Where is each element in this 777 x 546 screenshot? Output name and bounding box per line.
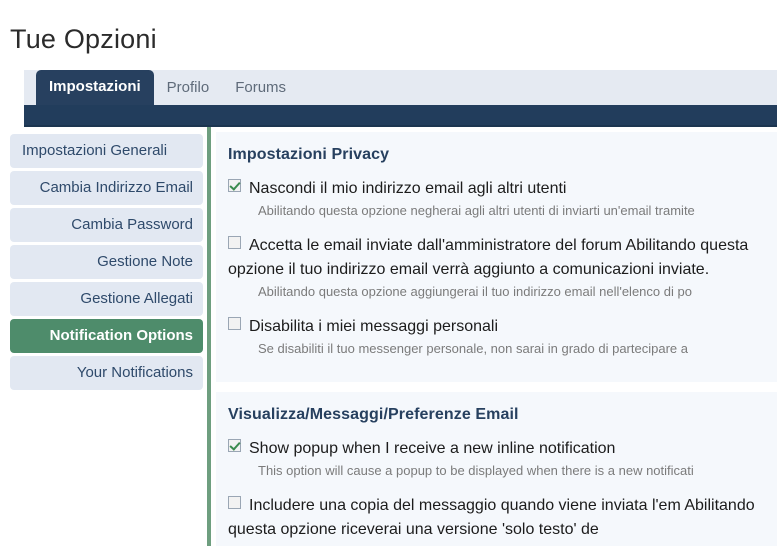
checkbox-checked-icon[interactable]: [228, 179, 241, 192]
tab-bar: Impostazioni Profilo Forums: [24, 70, 777, 105]
option-label-text: Accetta le email inviate dall'amministra…: [228, 237, 749, 278]
option-label[interactable]: Nascondi il mio indirizzo email agli alt…: [228, 177, 777, 201]
page-title: Tue Opzioni: [10, 24, 157, 54]
sidebar-item-cambia-password[interactable]: Cambia Password: [10, 208, 203, 242]
option-label[interactable]: Show popup when I receive a new inline n…: [228, 437, 777, 461]
option-label-text: Nascondi il mio indirizzo email agli alt…: [249, 180, 567, 197]
tab-profilo[interactable]: Profilo: [154, 72, 223, 105]
checkbox-unchecked-icon[interactable]: [228, 317, 241, 330]
option-row: Includere una copia del messaggio quando…: [228, 494, 777, 546]
panel-title: Visualizza/Messaggi/Preferenze Email: [228, 406, 519, 423]
sidebar-item-gestione-allegati[interactable]: Gestione Allegati: [10, 282, 203, 316]
checkbox-checked-icon[interactable]: [228, 439, 241, 452]
main-content: Impostazioni Privacy Nascondi il mio indi…: [216, 132, 777, 546]
settings-panel: Visualizza/Messaggi/Preferenze Email Show…: [216, 392, 777, 546]
option-row: Show popup when I receive a new inline n…: [228, 437, 777, 480]
option-label-text: Disabilita i miei messaggi personali: [249, 318, 498, 335]
sidebar-item-gestione-note[interactable]: Gestione Note: [10, 245, 203, 279]
tab-list: Impostazioni Profilo Forums: [24, 70, 777, 105]
sidebar-item-notification-options[interactable]: Notification Options: [10, 319, 203, 353]
nav-bar: [24, 105, 777, 127]
option-label[interactable]: Disabilita i miei messaggi personali: [228, 315, 777, 339]
option-row: Nascondi il mio indirizzo email agli alt…: [228, 177, 777, 220]
tab-impostazioni[interactable]: Impostazioni: [36, 70, 154, 105]
sidebar-item-your-notifications[interactable]: Your Notifications: [10, 356, 203, 390]
option-row: Disabilita i miei messaggi personali Se d…: [228, 315, 777, 358]
checkbox-unchecked-icon[interactable]: [228, 496, 241, 509]
option-label[interactable]: Includere una copia del messaggio quando…: [228, 494, 777, 542]
option-row: Accetta le email inviate dall'amministra…: [228, 234, 777, 301]
options-page: Tue Opzioni Impostazioni Profilo Forums Im…: [0, 0, 777, 546]
option-label[interactable]: Accetta le email inviate dall'amministra…: [228, 234, 777, 282]
sidebar-divider: [207, 127, 211, 546]
option-label-text: Includere una copia del messaggio quando…: [228, 497, 755, 538]
sidebar-item-cambia-indirizzo-email[interactable]: Cambia Indirizzo Email: [10, 171, 203, 205]
option-label-text: Show popup when I receive a new inline n…: [249, 440, 616, 457]
checkbox-unchecked-icon[interactable]: [228, 236, 241, 249]
option-description: This option will cause a popup to be dis…: [258, 463, 694, 478]
option-description: Abilitando questa opzione aggiungerai il…: [258, 284, 692, 299]
sidebar-item-impostazioni-generali[interactable]: Impostazioni Generali: [10, 134, 203, 168]
tab-forums[interactable]: Forums: [222, 72, 299, 105]
settings-panel: Impostazioni Privacy Nascondi il mio indi…: [216, 132, 777, 382]
option-description: Abilitando questa opzione negherai agli …: [258, 203, 695, 218]
body-wrapper: Impostazioni Generali Cambia Indirizzo Em…: [0, 127, 777, 546]
panel-title: Impostazioni Privacy: [228, 146, 390, 163]
sidebar: Impostazioni Generali Cambia Indirizzo Em…: [10, 134, 203, 393]
option-description: Se disabiliti il tuo messenger personale…: [258, 341, 688, 356]
